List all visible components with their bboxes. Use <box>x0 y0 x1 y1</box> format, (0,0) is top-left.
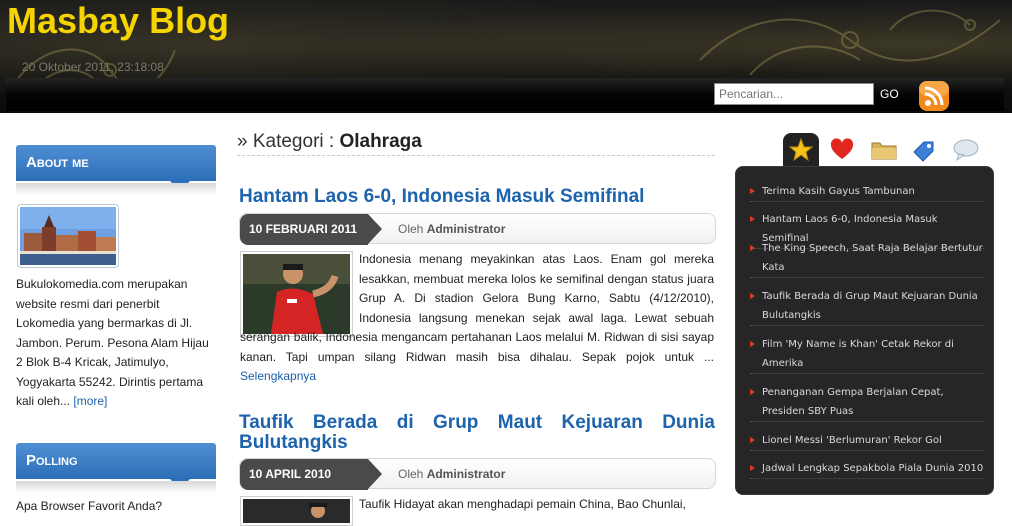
post-excerpt: Taufik Hidayat akan menghadapi pemain Ch… <box>240 495 714 515</box>
star-icon <box>789 138 813 162</box>
post-meta-bar: 10 APRIL 2010 Oleh Administrator <box>239 458 716 490</box>
post-title[interactable]: Hantam Laos 6-0, Indonesia Masuk Semifin… <box>239 187 715 207</box>
popular-post-link[interactable]: Film 'My Name is Khan' Cetak Rekor di Am… <box>750 335 984 374</box>
tab-comments[interactable] <box>947 133 983 167</box>
author-prefix: Oleh <box>398 222 427 236</box>
category-name: Olahraga <box>339 131 422 152</box>
post-author: Oleh Administrator <box>398 214 505 244</box>
heading-shadow <box>16 183 216 195</box>
post-excerpt: Indonesia menang meyakinkan atas Laos. E… <box>240 250 714 387</box>
polling-question: Apa Browser Favorit Anda? <box>16 499 163 513</box>
popular-post-link[interactable]: Lionel Messi 'Berlumuran' Rekor Gol <box>750 431 984 451</box>
tag-icon <box>913 141 934 162</box>
header-ornament-right <box>699 9 1001 76</box>
search-input[interactable] <box>714 83 874 105</box>
author-name: Administrator <box>426 222 506 236</box>
tab-popular[interactable] <box>783 133 819 167</box>
about-photo <box>17 204 119 268</box>
about-me-heading-box: About me <box>16 145 216 181</box>
author-name: Administrator <box>426 467 506 481</box>
popular-post-link[interactable]: Jadwal Lengkap Sepakbola Piala Dunia 201… <box>750 459 984 479</box>
popular-post-link[interactable]: Terima Kasih Gayus Tambunan <box>750 182 984 202</box>
post-excerpt-text: Taufik Hidayat akan menghadapi pemain Ch… <box>359 497 686 511</box>
post-meta-bar: 10 FEBRUARI 2011 Oleh Administrator <box>239 213 716 245</box>
rss-feed-icon[interactable] <box>916 78 952 114</box>
post-date: 10 APRIL 2010 <box>240 459 368 490</box>
current-datetime: 20 Oktober 2011, 23:18:08 <box>22 60 164 74</box>
heart-icon <box>830 138 854 159</box>
tab-categories[interactable] <box>865 133 901 167</box>
popular-post-link[interactable]: The King Speech, Saat Raja Belajar Bertu… <box>750 239 984 278</box>
post-excerpt-text: Indonesia menang meyakinkan atas Laos. E… <box>240 252 714 364</box>
author-prefix: Oleh <box>398 467 427 481</box>
about-me-heading: About me <box>26 154 89 171</box>
popular-post-link[interactable]: Penanganan Gempa Berjalan Cepat, Preside… <box>750 383 984 422</box>
popular-post-link[interactable]: Taufik Berada di Grup Maut Kejuaran Duni… <box>750 287 984 326</box>
post-author: Oleh Administrator <box>398 459 505 489</box>
polling-heading: Polling <box>26 452 78 469</box>
about-text: Bukulokomedia.com merupakan website resm… <box>16 277 209 408</box>
category-prefix: » Kategori : <box>237 131 340 152</box>
popular-posts-panel: Terima Kasih Gayus Tambunan Hantam Laos … <box>735 166 994 495</box>
post-title[interactable]: Taufik Berada di Grup Maut Kejuaran Duni… <box>239 413 715 453</box>
widget-tabs <box>783 133 983 167</box>
folder-icon <box>871 142 897 160</box>
read-more-link[interactable]: Selengkapnya <box>240 369 316 383</box>
tab-favorites[interactable] <box>824 133 860 167</box>
about-more-link[interactable]: [more] <box>73 394 107 408</box>
category-heading: » Kategori : Olahraga <box>237 131 715 156</box>
post-date: 10 FEBRUARI 2011 <box>240 214 368 245</box>
search-go-button[interactable]: GO <box>880 84 899 104</box>
tab-tags[interactable] <box>906 133 942 167</box>
polling-heading-box: Polling <box>16 443 216 479</box>
about-description: Bukulokomedia.com merupakan website resm… <box>16 275 216 412</box>
heading-shadow <box>16 481 216 493</box>
comment-icon <box>953 139 979 162</box>
site-title[interactable]: Masbay Blog <box>7 0 229 42</box>
date-arrow <box>368 459 382 489</box>
date-arrow <box>368 214 382 244</box>
